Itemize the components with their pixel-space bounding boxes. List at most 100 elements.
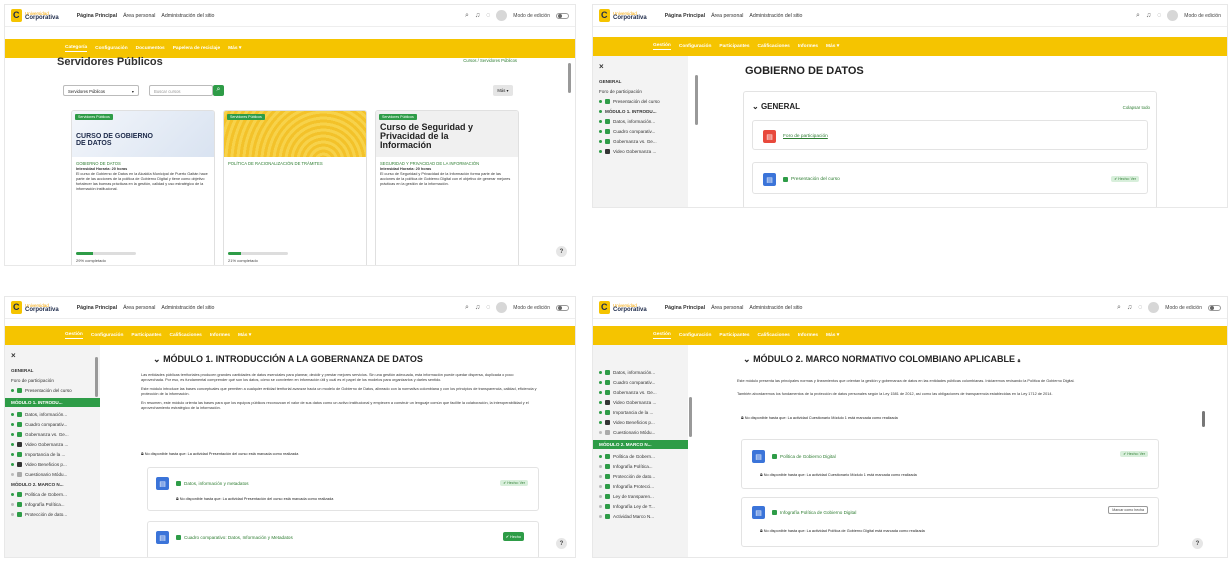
tab-category[interactable]: Categoría	[65, 45, 88, 52]
help-icon[interactable]: ?	[1192, 538, 1203, 549]
sidebar-item[interactable]: Cuestionario Módu...	[11, 472, 94, 477]
sidebar-item[interactable]: Gobernanza vs. Ge...	[11, 432, 94, 437]
sidebar-item[interactable]: Gobernanza vs. Ge...	[599, 139, 682, 144]
nav-personal[interactable]: Área personal	[711, 305, 743, 311]
activity-link[interactable]: Infografía Política de Gobierno Digital	[780, 510, 856, 515]
tab-documents[interactable]: Documentos	[136, 46, 165, 51]
course-card[interactable]: Servidores Públicos Curso de Seguridad y…	[375, 110, 519, 265]
chat-icon[interactable]: ◌	[1157, 12, 1161, 19]
edit-mode-toggle[interactable]	[556, 304, 569, 311]
sidebar-section-module1[interactable]: MÓDULO 1. INTRODU...	[5, 398, 100, 407]
done-badge[interactable]: ✔ Hecho	[502, 532, 524, 541]
sidebar-item[interactable]: Gobernanza vs. Ge...	[599, 390, 682, 395]
avatar[interactable]	[496, 302, 508, 313]
chat-icon[interactable]: ◌	[486, 304, 490, 311]
logo[interactable]: UniversidadCorporativa	[11, 301, 59, 314]
tab-grades[interactable]: Calificaciones	[758, 333, 790, 338]
close-index-icon[interactable]: ×	[11, 351, 94, 360]
help-icon[interactable]: ?	[556, 538, 567, 549]
nav-personal[interactable]: Área personal	[123, 305, 155, 311]
course-card[interactable]: Servidores Públicos CURSO DE GOBIERNO DE…	[71, 110, 215, 265]
search-input[interactable]: Buscar cursos	[149, 85, 213, 96]
activity-link[interactable]: Cuadro comparativo: Datos, Información y…	[184, 535, 293, 540]
sidebar-item[interactable]: Video Gobernanza ...	[11, 442, 94, 447]
bell-icon[interactable]: ♫	[1127, 304, 1132, 311]
sidebar-item[interactable]: Importancia de la ...	[11, 452, 94, 457]
tab-participants[interactable]: Participantes	[719, 333, 749, 338]
sidebar-item[interactable]: Política de Gobern...	[11, 492, 94, 497]
logo[interactable]: UniversidadCorporativa	[11, 9, 59, 22]
tab-reports[interactable]: Informes	[798, 333, 818, 338]
sidebar-section-module1[interactable]: MÓDULO 1. INTRODU...	[599, 109, 682, 114]
nav-admin[interactable]: Administración del sitio	[161, 305, 214, 311]
chat-icon[interactable]: ◌	[486, 12, 490, 19]
tab-more[interactable]: Más ▾	[238, 333, 251, 338]
tab-grades[interactable]: Calificaciones	[758, 44, 790, 49]
avatar[interactable]	[1167, 10, 1179, 21]
sidebar-item[interactable]: Protección de dato...	[599, 474, 682, 479]
tab-more[interactable]: Más ▾	[228, 46, 241, 51]
tab-grades[interactable]: Calificaciones	[170, 333, 202, 338]
avatar[interactable]	[1148, 302, 1160, 313]
forum-link[interactable]: Foro de participación	[783, 134, 828, 139]
logo[interactable]: UniversidadCorporativa	[599, 9, 647, 22]
bell-icon[interactable]: ♫	[475, 12, 480, 19]
done-badge[interactable]: ✔ Hecho: Ver	[1120, 451, 1148, 457]
sidebar-item[interactable]: Datos, información...	[11, 412, 94, 417]
course-title[interactable]: POLÍTICA DE RACIONALIZACIÓN DE TRÁMITES	[228, 161, 362, 166]
course-title[interactable]: SEGURIDAD Y PRIVACIDAD DE LA INFORMACIÓN	[380, 161, 514, 166]
sidebar-item[interactable]: Actividad Marco N...	[599, 514, 682, 519]
sidebar-item[interactable]: Foro de participación	[11, 378, 94, 383]
sidebar-item[interactable]: Datos, información...	[599, 119, 682, 124]
bell-icon[interactable]: ♫	[475, 304, 480, 311]
sidebar-item[interactable]: Video Gobernanza ...	[599, 149, 682, 154]
sidebar-item[interactable]: Video Beneficios p...	[11, 462, 94, 467]
sidebar-item[interactable]: Infografía Política...	[11, 502, 94, 507]
done-badge[interactable]: ✔ Hecho: Ver	[500, 480, 528, 486]
chat-icon[interactable]: ◌	[1138, 304, 1142, 311]
tab-settings[interactable]: Configuración	[679, 44, 712, 49]
done-badge[interactable]: ✔ Hecho: Ver	[1111, 176, 1139, 182]
nav-home[interactable]: Página Principal	[665, 13, 705, 19]
logo[interactable]: UniversidadCorporativa	[599, 301, 647, 314]
tab-more[interactable]: Más ▾	[826, 44, 839, 49]
tab-settings[interactable]: Configuración	[91, 333, 124, 338]
tab-settings[interactable]: Configuración	[95, 46, 128, 51]
sidebar-section-general[interactable]: GENERAL	[11, 368, 94, 373]
sidebar-item[interactable]: Cuestionario Módu...	[599, 430, 682, 435]
activity-link[interactable]: Política de Gobierno Digital	[780, 454, 836, 459]
search-icon[interactable]: ⌕	[1136, 12, 1140, 20]
tab-manage[interactable]: Gestión	[653, 43, 671, 50]
module-title[interactable]: ⌄ MÓDULO 1. INTRODUCCIÓN A LA GOBERNANZA…	[153, 354, 423, 365]
sidebar-item[interactable]: Foro de participación	[599, 89, 682, 94]
search-icon[interactable]: ⌕	[465, 304, 469, 312]
course-card[interactable]: Servidores Públicos POLÍTICA DE RACIONAL…	[223, 110, 367, 265]
sidebar-item[interactable]: Cuadro comparativ...	[599, 129, 682, 134]
sidebar-item[interactable]: Presentación del curso	[11, 388, 94, 393]
sidebar-item[interactable]: Video Gobernanza ...	[599, 400, 682, 405]
help-icon[interactable]: ?	[556, 246, 567, 257]
activity-link[interactable]: Datos, información y metadatos	[184, 481, 249, 486]
close-index-icon[interactable]: ×	[599, 62, 682, 71]
tab-manage[interactable]: Gestión	[65, 332, 83, 339]
main-scrollbar[interactable]	[1202, 411, 1205, 427]
course-title[interactable]: GOBIERNO DE DATOS	[76, 161, 210, 166]
search-button[interactable]: ⌕	[213, 85, 224, 96]
sidebar-section-module2[interactable]: MÓDULO 2. MARCO N...	[11, 482, 94, 487]
sidebar-item[interactable]: Protección de dato...	[11, 512, 94, 517]
tab-participants[interactable]: Participantes	[131, 333, 161, 338]
tab-reports[interactable]: Informes	[798, 44, 818, 49]
search-icon[interactable]: ⌕	[1117, 304, 1121, 312]
tab-more[interactable]: Más ▾	[826, 333, 839, 338]
sidebar-item[interactable]: Ley de transparen...	[599, 494, 682, 499]
sidebar-item[interactable]: Infografía Ley de T...	[599, 504, 682, 509]
nav-home[interactable]: Página Principal	[77, 13, 117, 19]
nav-home[interactable]: Página Principal	[77, 305, 117, 311]
sidebar-section-general[interactable]: GENERAL	[599, 79, 682, 84]
sidebar-scrollbar[interactable]	[95, 357, 98, 397]
presentation-link[interactable]: Presentación del curso	[791, 177, 840, 182]
nav-admin[interactable]: Administración del sitio	[749, 13, 802, 19]
sidebar-item[interactable]: Importancia de la ...	[599, 410, 682, 415]
category-select[interactable]: Servidores Públicos ▾	[63, 85, 139, 96]
sidebar-item[interactable]: Video Beneficios p...	[599, 420, 682, 425]
